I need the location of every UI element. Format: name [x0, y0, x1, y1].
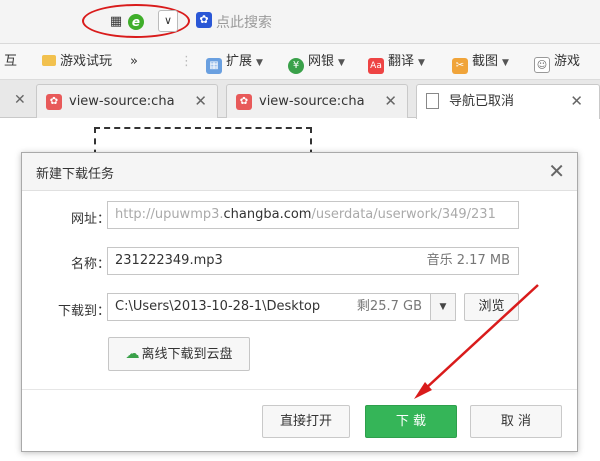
compat-mode-icon[interactable]: ▦ [108, 14, 124, 30]
chevron-down-icon: ▼ [439, 302, 447, 312]
url-suffix: /userdata/userwork/349/231 [311, 207, 496, 222]
dialog-header: 新建下载任务 ✕ [22, 153, 577, 191]
destination-dropdown-button[interactable]: ▼ [430, 293, 456, 321]
scissors-icon: ✂ [452, 58, 468, 74]
ie-engine-icon[interactable]: e [128, 14, 144, 30]
screenshot-button[interactable]: ✂ 截图 ▼ [452, 53, 509, 74]
open-directly-button[interactable]: 直接打开 [262, 405, 350, 438]
changba-favicon-icon: ✿ [236, 94, 252, 110]
engine-dropdown-button[interactable]: ∨ [158, 10, 178, 32]
destination-path: C:\Users\2013-10-28-1\Desktop [115, 299, 321, 314]
tab-close-icon[interactable]: ✕ [384, 92, 397, 110]
tab-strip: ✕ ✿ view-source:cha ✕ ✿ view-source:cha … [0, 80, 600, 119]
new-download-dialog: 新建下载任务 ✕ 网址： http://upuwmp3.changba.com/… [21, 152, 578, 452]
free-space-info: 剩25.7 GB [356, 299, 422, 314]
tab-close-icon[interactable]: ✕ [570, 92, 583, 110]
chevron-down-icon: ▼ [256, 58, 263, 68]
games-button[interactable]: ☺ 游戏 [534, 53, 580, 73]
bookmark-item[interactable]: 互 [4, 53, 17, 71]
offline-cloud-download-button[interactable]: ☁ 离线下载到云盘 [108, 337, 250, 371]
tab-navigation-cancelled[interactable]: 导航已取消 ✕ [416, 84, 600, 119]
folder-icon [42, 55, 56, 66]
chevron-down-icon: ▼ [338, 58, 345, 68]
search-input[interactable]: 点此搜索 [216, 12, 272, 32]
extensions-icon: ▦ [206, 58, 222, 74]
tab-view-source-2[interactable]: ✿ view-source:cha ✕ [226, 84, 408, 118]
document-icon [426, 93, 439, 109]
ebank-button[interactable]: ¥ 网银 ▼ [288, 53, 345, 74]
chevron-down-icon: ▼ [418, 58, 425, 68]
download-button[interactable]: 下 载 [365, 405, 457, 438]
address-bar: ▦ e ∨ ✿ 点此搜索 [0, 0, 600, 44]
tab-title: view-source:cha [259, 94, 365, 109]
divider [22, 389, 577, 390]
bookmarks-overflow-button[interactable]: » [130, 53, 138, 71]
gamepad-icon: ☺ [534, 57, 550, 73]
destination-field[interactable]: C:\Users\2013-10-28-1\Desktop 剩25.7 GB [107, 293, 431, 321]
chevron-down-icon: ▼ [502, 58, 509, 68]
url-prefix: http://upuwmp3. [115, 207, 224, 222]
url-field[interactable]: http://upuwmp3.changba.com/userdata/user… [107, 201, 519, 229]
url-domain: changba.com [223, 207, 312, 222]
chevron-down-icon: ∨ [163, 14, 173, 27]
tab-close-icon[interactable]: ✕ [194, 92, 207, 110]
file-size-info: 音乐 2.17 MB [426, 253, 510, 268]
extensions-button[interactable]: ▦ 扩展 ▼ [206, 53, 263, 74]
destination-label: 下载到： [57, 304, 110, 319]
url-label: 网址： [70, 212, 110, 227]
browse-button[interactable]: 浏览 [464, 293, 519, 321]
close-icon[interactable]: ✕ [548, 159, 565, 183]
engine-switcher[interactable]: ▦ e ∨ [82, 4, 190, 38]
tab-title: 导航已取消 [449, 94, 515, 109]
translate-button[interactable]: Aa 翻译 ▼ [368, 53, 425, 74]
baidu-search-icon[interactable]: ✿ [196, 12, 212, 28]
changba-favicon-icon: ✿ [46, 94, 62, 110]
filename-field[interactable]: 231222349.mp3 音乐 2.17 MB [107, 247, 519, 275]
cancel-button[interactable]: 取 消 [470, 405, 562, 438]
dialog-title: 新建下载任务 [36, 167, 115, 182]
bookmark-folder-games[interactable]: 游戏试玩 [42, 53, 112, 71]
tab-view-source-1[interactable]: ✿ view-source:cha ✕ [36, 84, 218, 118]
toolbar-divider: ⋮ [180, 54, 193, 69]
name-label: 名称： [70, 257, 110, 272]
translate-icon: Aa [368, 58, 384, 74]
filename-value: 231222349.mp3 [115, 253, 223, 268]
bookmarks-bar: 互 游戏试玩 » ⋮ ▦ 扩展 ▼ ¥ 网银 ▼ Aa 翻译 ▼ ✂ 截图 ▼ ☺ 游戏 [0, 44, 600, 80]
cloud-icon: ☁ [125, 346, 140, 362]
yen-icon: ¥ [288, 58, 304, 74]
tab-title: view-source:cha [69, 94, 175, 109]
tab-close-icon[interactable]: ✕ [14, 92, 26, 108]
